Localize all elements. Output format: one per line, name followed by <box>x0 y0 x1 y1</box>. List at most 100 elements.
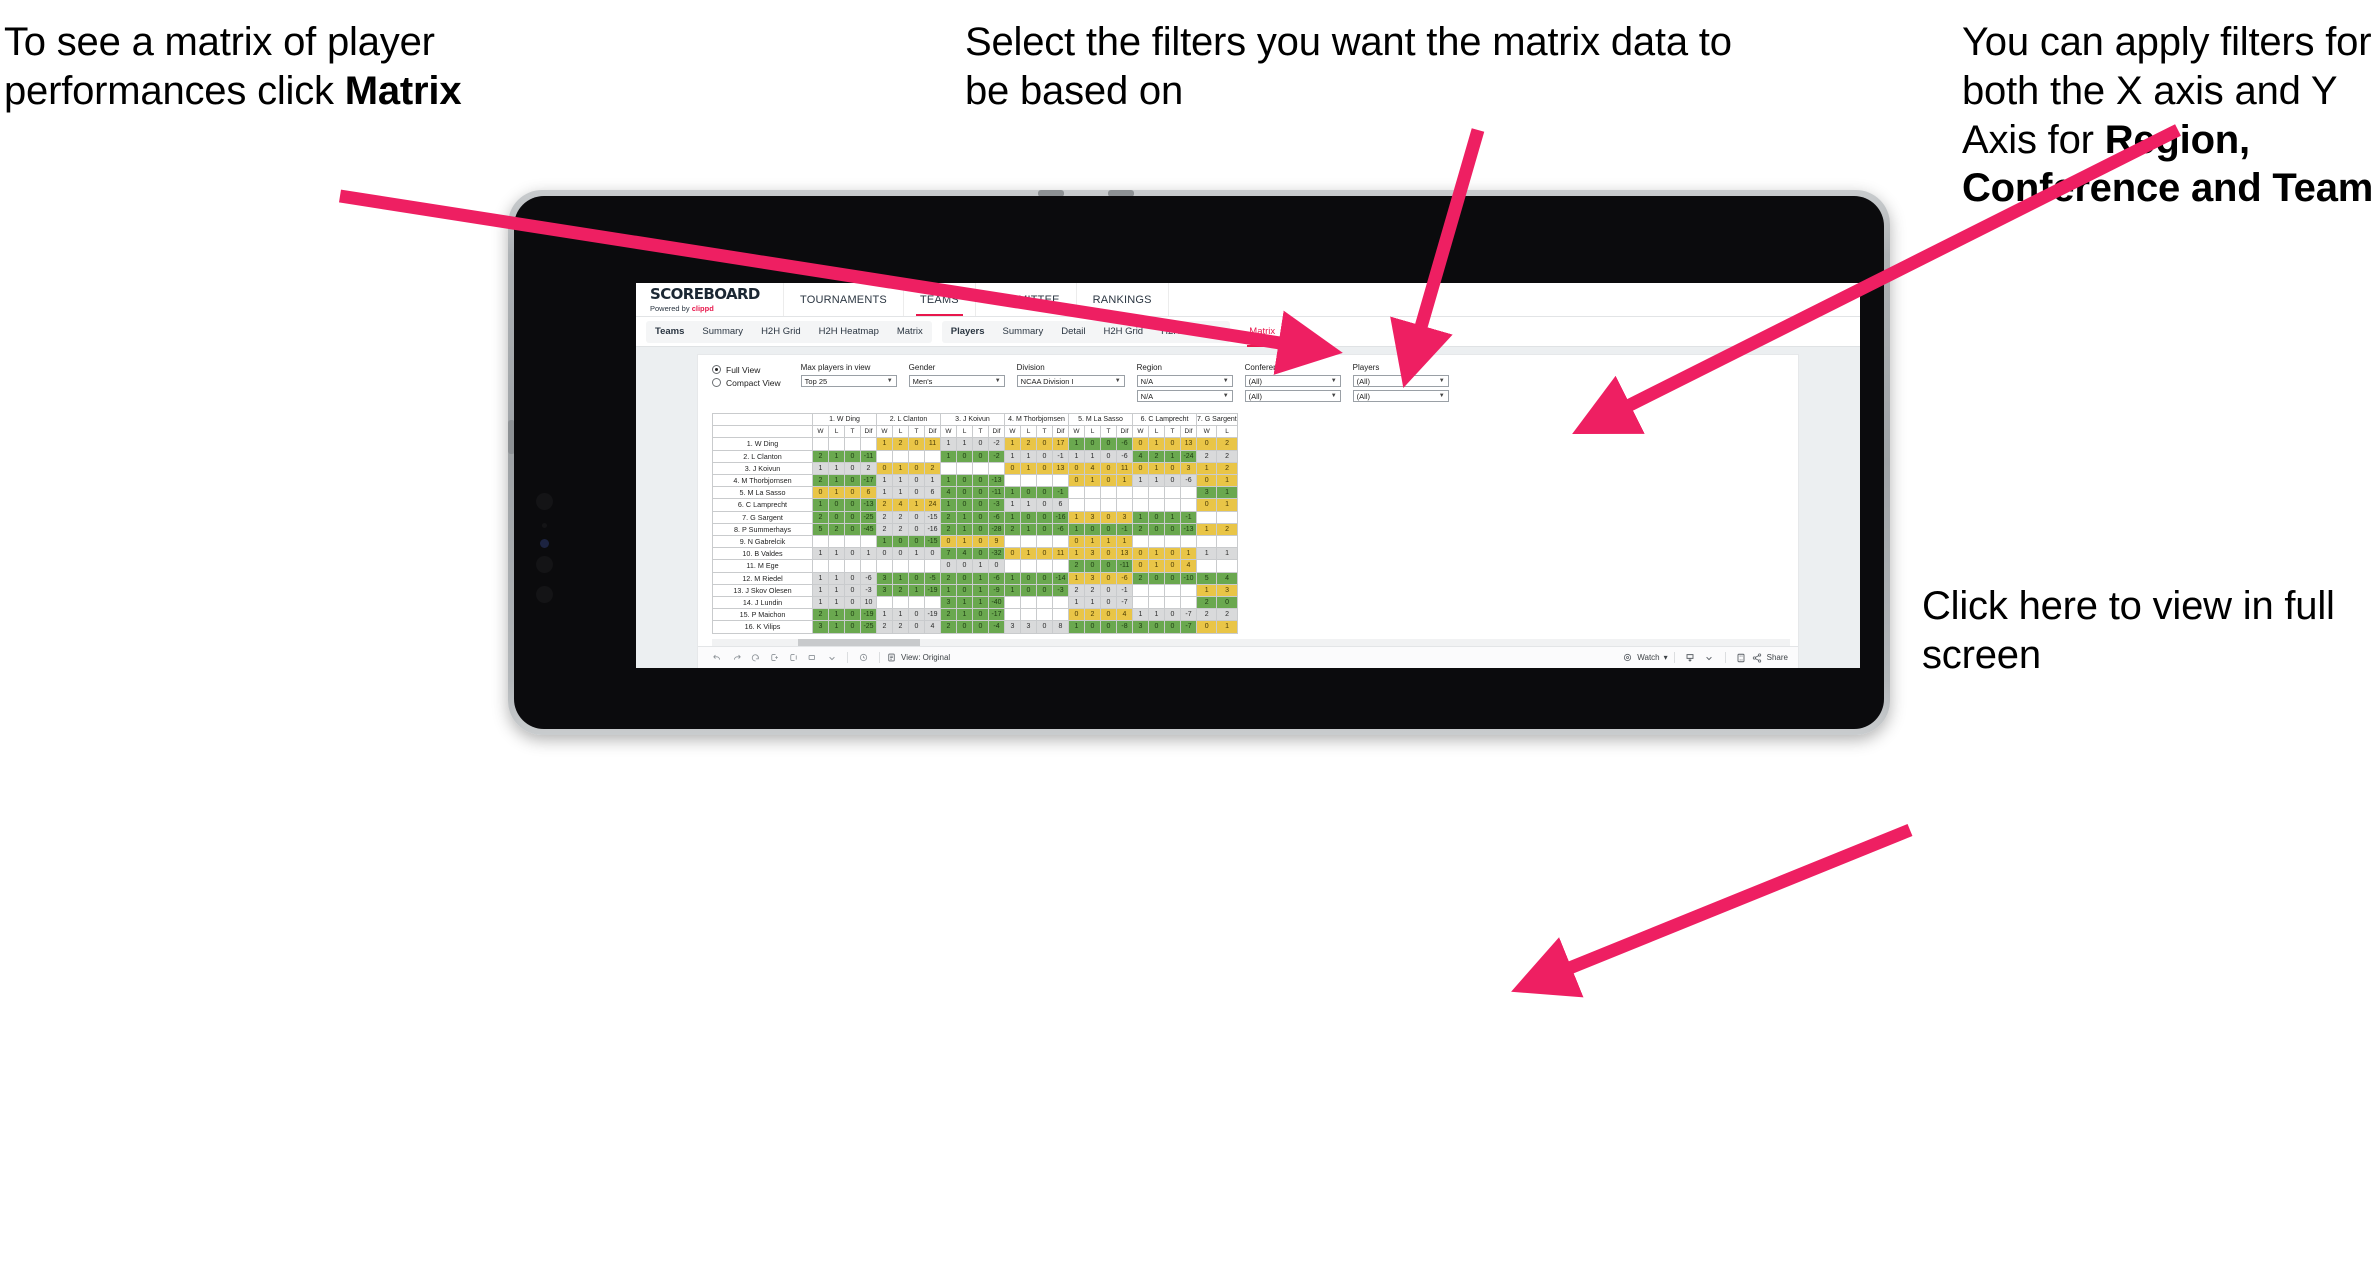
matrix-cell[interactable]: 1 <box>892 632 909 634</box>
matrix-cell[interactable] <box>812 437 829 451</box>
matrix-cell[interactable]: 5 <box>1195 571 1218 585</box>
matrix-cell[interactable] <box>1216 535 1238 549</box>
matrix-cell[interactable]: 1 <box>972 571 989 585</box>
matrix-cell[interactable] <box>1180 596 1197 610</box>
watch-button[interactable]: Watch ▾ <box>1622 652 1668 663</box>
matrix-cell[interactable]: -8 <box>1052 632 1069 634</box>
matrix-cell[interactable]: 1 <box>876 608 893 622</box>
matrix-cell[interactable]: 0 <box>844 547 861 561</box>
matrix-cell[interactable]: 0 <box>1132 437 1149 451</box>
history-icon[interactable] <box>854 650 873 666</box>
matrix-cell[interactable] <box>1132 596 1149 610</box>
matrix-cell[interactable]: 1 <box>956 522 973 537</box>
matrix-cell[interactable]: 1 <box>1068 510 1085 524</box>
matrix-cell[interactable]: 8 <box>1052 620 1069 634</box>
matrix-cell[interactable]: 5 <box>812 522 829 537</box>
matrix-cell[interactable] <box>1180 486 1197 500</box>
matrix-cell[interactable]: -6 <box>1116 437 1133 451</box>
matrix-cell[interactable] <box>1116 498 1133 512</box>
matrix-cell[interactable]: 2 <box>1132 571 1149 585</box>
matrix-cell[interactable]: 0 <box>1036 571 1053 585</box>
matrix-cell[interactable]: 17 <box>1052 437 1069 451</box>
matrix-cell[interactable]: 0 <box>1004 547 1021 561</box>
matrix-cell[interactable] <box>1216 510 1238 524</box>
matrix-cell[interactable]: 2 <box>892 437 909 451</box>
matrix-cell[interactable] <box>844 559 861 573</box>
matrix-cell[interactable]: 2 <box>1195 596 1218 610</box>
matrix-cell[interactable]: 1 <box>1068 596 1085 610</box>
scrollbar-thumb[interactable] <box>798 639 920 646</box>
nav-item-teams[interactable]: TEAMS <box>904 283 976 316</box>
matrix-cell[interactable]: 24 <box>924 498 941 512</box>
matrix-cell[interactable]: 1 <box>1116 535 1133 549</box>
matrix-cell[interactable]: 13 <box>1116 547 1133 561</box>
matrix-cell[interactable]: 0 <box>1100 449 1117 463</box>
filter-players-x-select[interactable]: (All) ▼ <box>1352 375 1449 387</box>
matrix-cell[interactable]: 0 <box>1036 547 1053 561</box>
matrix-cell[interactable]: 1 <box>828 583 845 598</box>
matrix-cell[interactable]: 1 <box>1004 510 1021 524</box>
matrix-cell[interactable]: 0 <box>1036 583 1053 598</box>
matrix-cell[interactable]: 1 <box>956 437 973 451</box>
matrix-cell[interactable] <box>956 461 973 476</box>
matrix-cell[interactable]: 1 <box>908 498 925 512</box>
matrix-cell[interactable]: 2 <box>1216 437 1238 451</box>
matrix-cell[interactable] <box>844 437 861 451</box>
matrix-cell[interactable] <box>892 449 909 463</box>
matrix-cell[interactable] <box>1132 632 1149 634</box>
matrix-cell[interactable]: 0 <box>1084 620 1101 634</box>
matrix-cell[interactable] <box>1020 474 1037 488</box>
matrix-cell[interactable]: 0 <box>1068 461 1085 476</box>
matrix-cell[interactable]: -6 <box>1116 449 1133 463</box>
matrix-cell[interactable]: 0 <box>1100 474 1117 488</box>
matrix-cell[interactable]: 4 <box>956 547 973 561</box>
matrix-cell[interactable] <box>1116 486 1133 500</box>
matrix-cell[interactable]: 0 <box>828 498 845 512</box>
matrix-cell[interactable] <box>1036 474 1053 488</box>
matrix-cell[interactable] <box>1052 559 1069 573</box>
matrix-cell[interactable]: 3 <box>1132 620 1149 634</box>
matrix-cell[interactable]: 0 <box>844 449 861 463</box>
matrix-cell[interactable]: 0 <box>1164 461 1181 476</box>
matrix-cell[interactable]: -3 <box>860 583 877 598</box>
matrix-cell[interactable]: 0 <box>844 486 861 500</box>
matrix-cell[interactable] <box>1100 486 1117 500</box>
matrix-cell[interactable] <box>828 437 845 451</box>
matrix-cell[interactable] <box>1164 632 1181 634</box>
matrix-cell[interactable] <box>924 596 941 610</box>
matrix-cell[interactable]: 3 <box>812 620 829 634</box>
matrix-cell[interactable]: 1 <box>1020 449 1037 463</box>
matrix-cell[interactable]: 0 <box>828 510 845 524</box>
matrix-cell[interactable]: -17 <box>988 608 1005 622</box>
matrix-cell[interactable]: 2 <box>1004 522 1021 537</box>
matrix-cell[interactable]: 1 <box>1216 486 1238 500</box>
refresh-data-icon[interactable] <box>784 650 803 666</box>
matrix-cell[interactable]: 2 <box>1216 461 1238 476</box>
nav-item-tournaments[interactable]: TOURNAMENTS <box>784 283 904 316</box>
matrix-cell[interactable]: 2 <box>1216 608 1238 622</box>
matrix-cell[interactable]: 4 <box>1116 608 1133 622</box>
matrix-cell[interactable]: 0 <box>1036 510 1053 524</box>
matrix-cell[interactable]: 1 <box>1068 449 1085 463</box>
matrix-cell[interactable]: -10 <box>1180 571 1197 585</box>
matrix-cell[interactable]: -6 <box>860 571 877 585</box>
matrix-cell[interactable] <box>1036 608 1053 622</box>
filter-conference-y-select[interactable]: (All) ▼ <box>1244 390 1341 402</box>
matrix-cell[interactable]: 13 <box>1052 461 1069 476</box>
matrix-cell[interactable]: 1 <box>1020 461 1037 476</box>
matrix-cell[interactable]: 0 <box>1100 620 1117 634</box>
matrix-cell[interactable] <box>1004 608 1021 622</box>
matrix-cell[interactable]: 2 <box>812 608 829 622</box>
matrix-cell[interactable]: 0 <box>956 559 973 573</box>
matrix-cell[interactable]: 1 <box>1004 437 1021 451</box>
matrix-cell[interactable]: 1 <box>1195 547 1218 561</box>
matrix-cell[interactable]: 1 <box>1116 474 1133 488</box>
matrix-cell[interactable]: 2 <box>940 522 957 537</box>
matrix-cell[interactable]: 4 <box>892 498 909 512</box>
tab-players-h2h-heatmap[interactable]: H2H Heatmap <box>1152 321 1230 343</box>
matrix-cell[interactable] <box>1052 608 1069 622</box>
matrix-cell[interactable]: 1 <box>972 583 989 598</box>
matrix-cell[interactable]: 0 <box>1100 522 1117 537</box>
matrix-cell[interactable]: 0 <box>1148 510 1165 524</box>
matrix-cell[interactable]: 1 <box>812 498 829 512</box>
